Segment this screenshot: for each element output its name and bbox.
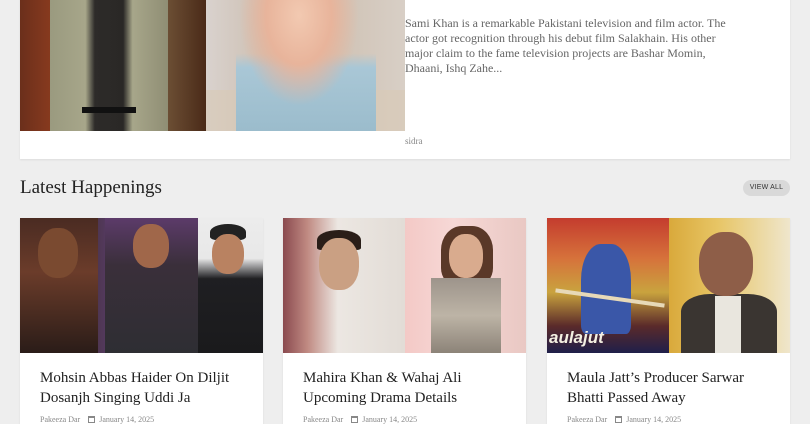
- featured-post-image[interactable]: [20, 0, 405, 131]
- article-meta: Pakeeza Dar January 14, 2025: [303, 415, 417, 424]
- article-meta: Pakeeza Dar January 14, 2025: [567, 415, 681, 424]
- article-title[interactable]: Mahira Khan & Wahaj Ali Upcoming Drama D…: [303, 368, 508, 408]
- article-title[interactable]: Mohsin Abbas Haider On Diljit Dosanjh Si…: [40, 368, 245, 408]
- view-all-button[interactable]: VIEW ALL: [743, 180, 790, 196]
- article-thumbnail[interactable]: aulajut: [547, 218, 790, 353]
- article-card[interactable]: Mohsin Abbas Haider On Diljit Dosanjh Si…: [20, 218, 263, 424]
- featured-post-excerpt: Sami Khan is a remarkable Pakistani tele…: [405, 16, 726, 75]
- article-card[interactable]: Mahira Khan & Wahaj Ali Upcoming Drama D…: [283, 218, 526, 424]
- article-date: January 14, 2025: [362, 415, 418, 424]
- article-card[interactable]: aulajut Maula Jatt’s Producer Sarwar Bha…: [547, 218, 790, 424]
- featured-image-actor: [20, 0, 206, 131]
- article-thumbnail[interactable]: [283, 218, 526, 353]
- article-author[interactable]: Pakeeza Dar: [303, 415, 343, 424]
- article-author[interactable]: Pakeeza Dar: [40, 415, 80, 424]
- calendar-icon: [615, 416, 623, 423]
- featured-image-baby: [206, 0, 405, 131]
- poster-caption: aulajut: [549, 328, 604, 347]
- featured-post-author[interactable]: sidra: [405, 136, 423, 146]
- section-title: Latest Happenings: [20, 177, 162, 198]
- calendar-icon: [351, 416, 359, 423]
- article-date: January 14, 2025: [626, 415, 682, 424]
- calendar-icon: [88, 416, 96, 423]
- article-title[interactable]: Maula Jatt’s Producer Sarwar Bhatti Pass…: [567, 368, 772, 408]
- film-poster: aulajut: [547, 218, 669, 353]
- article-date: January 14, 2025: [99, 415, 155, 424]
- article-author[interactable]: Pakeeza Dar: [567, 415, 607, 424]
- article-meta: Pakeeza Dar January 14, 2025: [40, 415, 154, 424]
- article-thumbnail[interactable]: [20, 218, 263, 353]
